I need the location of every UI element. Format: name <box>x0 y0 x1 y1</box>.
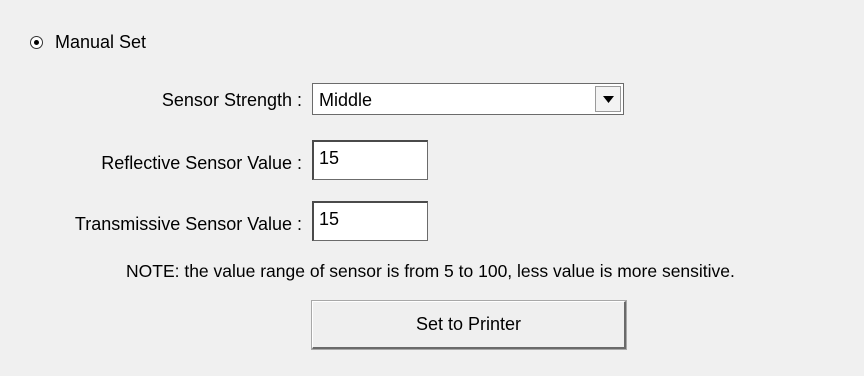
transmissive-sensor-label: Transmissive Sensor Value : <box>74 214 302 234</box>
sensor-strength-value: Middle <box>319 90 373 110</box>
set-to-printer-button[interactable]: Set to Printer <box>311 300 627 350</box>
radio-selected-icon[interactable] <box>30 35 43 49</box>
manual-set-radio[interactable]: Manual Set <box>30 30 146 54</box>
reflective-sensor-value: 15 <box>319 148 340 168</box>
sensor-strength-label: Sensor Strength : <box>161 90 302 110</box>
transmissive-sensor-input[interactable]: 15 <box>312 201 428 241</box>
set-to-printer-label: Set to Printer <box>415 314 522 334</box>
sensor-strength-select[interactable]: Middle <box>312 83 624 115</box>
manual-set-label: Manual Set <box>55 31 147 52</box>
dropdown-button[interactable] <box>595 86 621 112</box>
chevron-down-icon <box>603 96 614 103</box>
transmissive-sensor-value: 15 <box>319 209 340 229</box>
reflective-sensor-label: Reflective Sensor Value : <box>101 153 302 173</box>
sensor-range-note: NOTE: the value range of sensor is from … <box>126 261 735 281</box>
reflective-sensor-input[interactable]: 15 <box>312 140 428 180</box>
